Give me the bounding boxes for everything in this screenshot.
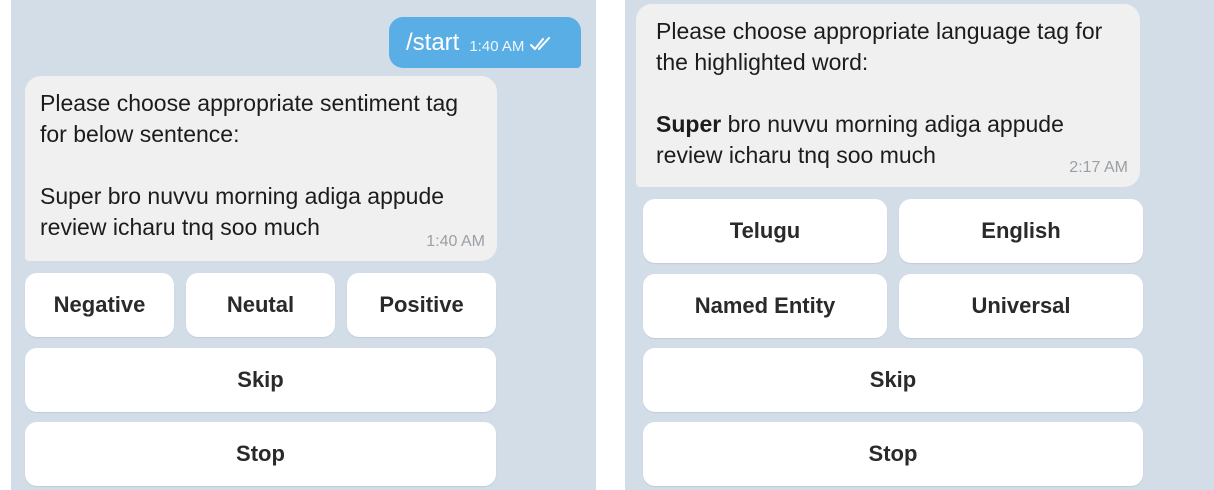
skip-button[interactable]: Skip: [25, 348, 496, 412]
negative-button[interactable]: Negative: [25, 273, 174, 337]
incoming-message-bubble: Please choose appropriate sentiment tag …: [25, 76, 497, 261]
message-line: for below sentence:: [40, 121, 240, 147]
named-entity-button[interactable]: Named Entity: [643, 274, 887, 338]
english-button[interactable]: English: [899, 199, 1143, 263]
sentence-line: review icharu tnq soo much: [40, 214, 320, 240]
sentence-line: Super bro nuvvu morning adiga appude: [656, 109, 1124, 140]
outgoing-message-text: /start: [406, 28, 460, 56]
stop-button[interactable]: Stop: [25, 422, 496, 486]
message-line: the highlighted word:: [656, 49, 869, 75]
skip-button[interactable]: Skip: [643, 348, 1143, 412]
highlighted-word: Super: [656, 111, 722, 137]
chat-panel-sentiment: /start 1:40 AM Please choose appropriate…: [11, 0, 596, 490]
incoming-message-bubble: Please choose appropriate language tag f…: [636, 4, 1140, 187]
stop-button[interactable]: Stop: [643, 422, 1143, 486]
sentence-line: Super bro nuvvu morning adiga appude: [40, 183, 445, 209]
message-line: Please choose appropriate language tag f…: [656, 18, 1103, 44]
sentence-line: review icharu tnq soo much: [656, 142, 936, 168]
universal-button[interactable]: Universal: [899, 274, 1143, 338]
outgoing-message-bubble: /start 1:40 AM: [389, 17, 581, 68]
double-check-icon: [530, 37, 554, 56]
neutral-button[interactable]: Neutal: [186, 273, 335, 337]
chat-panel-language: Please choose appropriate language tag f…: [625, 0, 1214, 490]
sentence-rest: bro nuvvu morning adiga appude: [721, 111, 1064, 137]
message-line: Please choose appropriate sentiment tag: [40, 90, 459, 116]
incoming-message-time: 2:17 AM: [1069, 159, 1128, 176]
incoming-message-time: 1:40 AM: [426, 233, 485, 250]
positive-button[interactable]: Positive: [347, 273, 496, 337]
outgoing-message-time: 1:40 AM: [469, 38, 525, 55]
telugu-button[interactable]: Telugu: [643, 199, 887, 263]
